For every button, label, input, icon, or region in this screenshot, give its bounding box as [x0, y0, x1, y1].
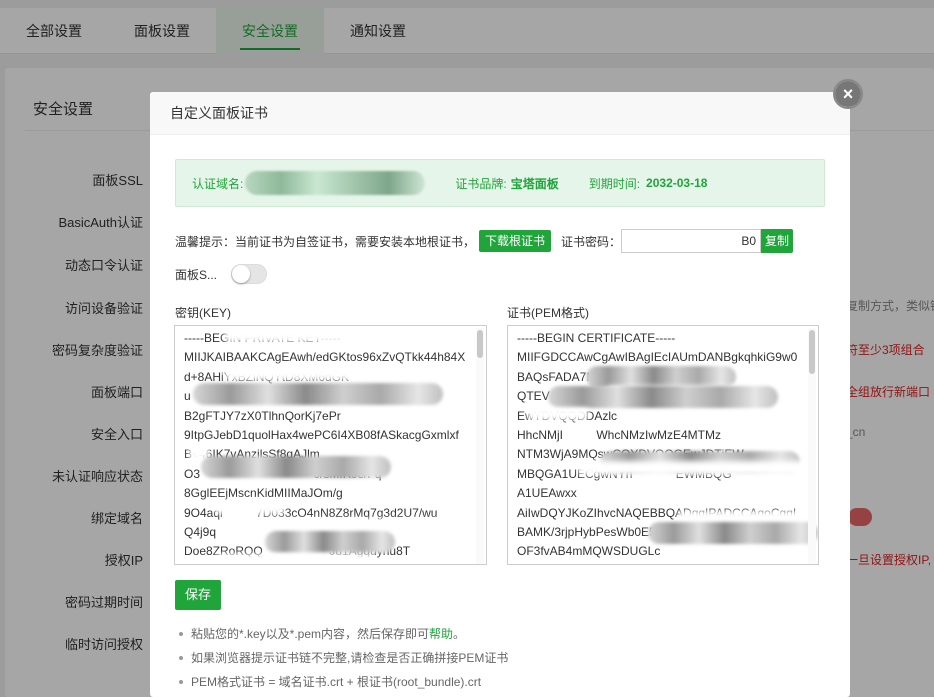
redaction — [215, 500, 285, 514]
bullet-icon — [179, 631, 183, 636]
pem-textarea[interactable]: -----BEGIN CERTIFICATE----- MIIFGDCCAwCgA… — [507, 325, 819, 565]
redaction — [225, 328, 385, 342]
key-line: 9ItpGJebD1quolHax4wePC6I4XB08fASkacgGxml… — [184, 428, 459, 443]
close-dialog-button[interactable]: × — [833, 79, 863, 109]
key-line: MIIJKAIBAAKCAgEAwh/edGKtos96xZvQTkk44h84… — [184, 350, 466, 365]
bullet-icon — [179, 679, 183, 684]
tip-text: 温馨提示：当前证书为自签证书，需要安装本地根证书， — [175, 234, 476, 249]
tip-row: 温馨提示：当前证书为自签证书，需要安装本地根证书， 下载根证书 证书密码： 复制 — [175, 229, 794, 253]
panel-ssl-toggle-row: 面板S... — [175, 262, 268, 286]
redaction-mosaic — [201, 456, 391, 478]
expire-label: 到期时间: — [588, 176, 641, 191]
toggle-knob — [232, 265, 251, 283]
panel-ssl-toggle[interactable] — [231, 264, 268, 284]
pem-line: OF3fvAB4mMQWSDUGLc — [517, 544, 661, 559]
brand-label: 证书品牌: — [455, 176, 507, 191]
pem-line: HhcNMjI WhcNMzIwMzE4MTMz — [517, 428, 721, 443]
redaction-mosaic — [648, 522, 818, 544]
brand-value: 宝塔面板 — [510, 176, 559, 191]
redaction-mosaic — [265, 531, 395, 553]
help-text-suffix: 。 — [453, 627, 466, 641]
pem-line: MIIFGDCCAwCgAwIBAgIEcIAUmDANBgkqhkiG9w0 — [517, 350, 798, 365]
help-text: 如果浏览器提示证书链不完整,请检查是否正确拼接PEM证书 — [191, 651, 509, 665]
scroll-thumb[interactable] — [477, 330, 483, 358]
redaction — [225, 366, 475, 380]
domain-label: 认证域名: — [192, 176, 244, 191]
redaction — [578, 461, 808, 475]
help-text: 粘贴您的*.key以及*.pem内容，然后保存即可 — [191, 627, 430, 641]
help-item: 如果浏览器提示证书链不完整,请检查是否正确拼接PEM证书 — [175, 646, 508, 670]
key-line: B2gFTJY7zX0TlhnQorKj7ePr — [184, 408, 341, 423]
help-item: 粘贴您的*.key以及*.pem内容，然后保存即可帮助。 — [175, 622, 508, 646]
copy-password-button[interactable]: 复制 — [761, 229, 794, 253]
domain-value-redacted — [245, 171, 426, 195]
pem-scrollbar[interactable] — [808, 328, 816, 564]
toggle-label: 面板S... — [175, 267, 218, 282]
help-list: 粘贴您的*.key以及*.pem内容，然后保存即可帮助。 如果浏览器提示证书链不… — [175, 622, 508, 694]
help-link[interactable]: 帮助 — [429, 627, 453, 641]
cert-password-label: 证书密码： — [561, 234, 622, 249]
save-button[interactable]: 保存 — [175, 580, 221, 610]
cert-info-box: 认证域名: 证书品牌: 宝塔面板 到期时间: 2032-03-18 — [175, 159, 825, 207]
pem-label: 证书(PEM格式) — [507, 306, 589, 320]
custom-cert-dialog: 自定义面板证书 认证域名: 证书品牌: 宝塔面板 到期时间: 2032-03-1… — [150, 92, 850, 697]
redaction — [528, 408, 588, 420]
cert-password-input[interactable] — [621, 229, 762, 253]
pem-line: A1UEAwxx — [517, 486, 577, 501]
help-item: PEM格式证书 = 域名证书.crt + 根证书(root_bundle).cr… — [175, 670, 508, 694]
pem-line: -----BEGIN CERTIFICATE----- — [517, 331, 676, 345]
dialog-title: 自定义面板证书 — [150, 92, 850, 135]
expire-value: 2032-03-18 — [646, 176, 708, 190]
redaction-mosaic — [548, 386, 778, 408]
key-scrollbar[interactable] — [476, 328, 484, 564]
key-label: 密钥(KEY) — [175, 306, 232, 320]
redaction — [215, 554, 375, 564]
key-textarea[interactable]: -----BEGIN PRIVATE KEY-----MIIJKAIBAAKCA… — [174, 325, 487, 565]
redaction-mosaic — [586, 366, 736, 388]
help-text: PEM格式证书 = 域名证书.crt + 根证书(root_bundle).cr… — [191, 675, 482, 689]
pem-line: /5HtBNldbqOv9ma8gqAdw/dn — [517, 562, 802, 565]
close-icon: × — [835, 81, 861, 107]
redaction-mosaic — [193, 383, 443, 405]
scroll-thumb[interactable] — [809, 330, 815, 374]
download-root-cert-button[interactable]: 下载根证书 — [479, 230, 552, 252]
bullet-icon — [179, 655, 183, 660]
